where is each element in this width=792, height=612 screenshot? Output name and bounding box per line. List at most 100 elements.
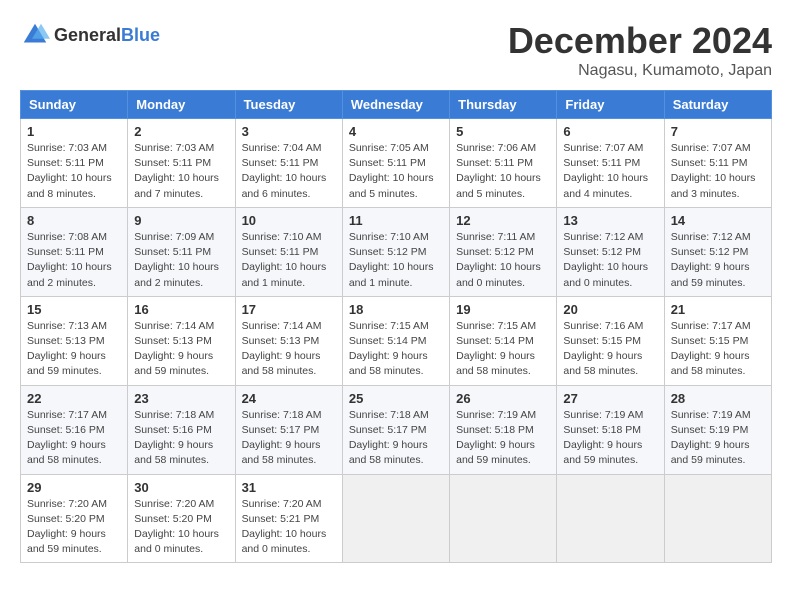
day-info: Sunrise: 7:16 AMSunset: 5:15 PMDaylight:…: [563, 319, 657, 380]
logo: GeneralBlue: [20, 20, 160, 50]
day-info: Sunrise: 7:19 AMSunset: 5:18 PMDaylight:…: [456, 408, 550, 469]
day-number: 4: [349, 124, 443, 139]
table-cell: 14Sunrise: 7:12 AMSunset: 5:12 PMDayligh…: [664, 207, 771, 296]
day-number: 25: [349, 391, 443, 406]
day-number: 30: [134, 480, 228, 495]
day-number: 5: [456, 124, 550, 139]
table-row: 29 Sunrise: 7:20 AMSunset: 5:20 PMDayligh…: [21, 474, 772, 563]
table-cell: 16 Sunrise: 7:14 AMSunset: 5:13 PMDayligh…: [128, 296, 235, 385]
table-cell: 1 Sunrise: 7:03 AMSunset: 5:11 PMDaylight…: [21, 119, 128, 208]
col-friday: Friday: [557, 91, 664, 119]
table-cell: [450, 474, 557, 563]
table-cell: 24 Sunrise: 7:18 AMSunset: 5:17 PMDayligh…: [235, 385, 342, 474]
day-info: Sunrise: 7:07 AMSunset: 5:11 PMDaylight:…: [563, 141, 657, 202]
table-cell: 30 Sunrise: 7:20 AMSunset: 5:20 PMDayligh…: [128, 474, 235, 563]
day-number: 26: [456, 391, 550, 406]
day-number: 13: [563, 213, 657, 228]
day-info: Sunrise: 7:06 AMSunset: 5:11 PMDaylight:…: [456, 141, 550, 202]
table-cell: 2 Sunrise: 7:03 AMSunset: 5:11 PMDaylight…: [128, 119, 235, 208]
table-cell: 8 Sunrise: 7:08 AMSunset: 5:11 PMDaylight…: [21, 207, 128, 296]
table-cell: 22 Sunrise: 7:17 AMSunset: 5:16 PMDayligh…: [21, 385, 128, 474]
table-cell: 15 Sunrise: 7:13 AMSunset: 5:13 PMDayligh…: [21, 296, 128, 385]
calendar: Sunday Monday Tuesday Wednesday Thursday…: [20, 90, 772, 563]
col-thursday: Thursday: [450, 91, 557, 119]
day-info: Sunrise: 7:13 AMSunset: 5:13 PMDaylight:…: [27, 319, 121, 380]
table-cell: 13 Sunrise: 7:12 AMSunset: 5:12 PMDayligh…: [557, 207, 664, 296]
logo-text-general: General: [54, 25, 121, 45]
day-number: 1: [27, 124, 121, 139]
table-cell: 19Sunrise: 7:15 AMSunset: 5:14 PMDayligh…: [450, 296, 557, 385]
day-number: 23: [134, 391, 228, 406]
day-number: 3: [242, 124, 336, 139]
day-number: 29: [27, 480, 121, 495]
day-info: Sunrise: 7:17 AMSunset: 5:16 PMDaylight:…: [27, 408, 121, 469]
table-cell: 31Sunrise: 7:20 AMSunset: 5:21 PMDayligh…: [235, 474, 342, 563]
day-info: Sunrise: 7:12 AMSunset: 5:12 PMDaylight:…: [563, 230, 657, 291]
table-cell: [557, 474, 664, 563]
table-cell: 3 Sunrise: 7:04 AMSunset: 5:11 PMDaylight…: [235, 119, 342, 208]
day-info: Sunrise: 7:04 AMSunset: 5:11 PMDaylight:…: [242, 141, 336, 202]
day-info: Sunrise: 7:18 AMSunset: 5:16 PMDaylight:…: [134, 408, 228, 469]
table-cell: 10 Sunrise: 7:10 AMSunset: 5:11 PMDayligh…: [235, 207, 342, 296]
col-sunday: Sunday: [21, 91, 128, 119]
table-cell: 21 Sunrise: 7:17 AMSunset: 5:15 PMDayligh…: [664, 296, 771, 385]
day-info: Sunrise: 7:05 AMSunset: 5:11 PMDaylight:…: [349, 141, 443, 202]
day-number: 10: [242, 213, 336, 228]
table-cell: [342, 474, 449, 563]
table-cell: 9 Sunrise: 7:09 AMSunset: 5:11 PMDaylight…: [128, 207, 235, 296]
day-number: 8: [27, 213, 121, 228]
day-info: Sunrise: 7:18 AMSunset: 5:17 PMDaylight:…: [242, 408, 336, 469]
day-info: Sunrise: 7:19 AMSunset: 5:18 PMDaylight:…: [563, 408, 657, 469]
day-info: Sunrise: 7:14 AMSunset: 5:13 PMDaylight:…: [134, 319, 228, 380]
day-info: Sunrise: 7:03 AMSunset: 5:11 PMDaylight:…: [27, 141, 121, 202]
calendar-header-row: Sunday Monday Tuesday Wednesday Thursday…: [21, 91, 772, 119]
table-row: 1 Sunrise: 7:03 AMSunset: 5:11 PMDaylight…: [21, 119, 772, 208]
day-number: 15: [27, 302, 121, 317]
day-info: Sunrise: 7:18 AMSunset: 5:17 PMDaylight:…: [349, 408, 443, 469]
logo-icon: [20, 20, 50, 50]
day-number: 22: [27, 391, 121, 406]
table-cell: 20 Sunrise: 7:16 AMSunset: 5:15 PMDayligh…: [557, 296, 664, 385]
table-row: 8 Sunrise: 7:08 AMSunset: 5:11 PMDaylight…: [21, 207, 772, 296]
location-title: Nagasu, Kumamoto, Japan: [508, 62, 772, 80]
day-info: Sunrise: 7:09 AMSunset: 5:11 PMDaylight:…: [134, 230, 228, 291]
table-cell: 25 Sunrise: 7:18 AMSunset: 5:17 PMDayligh…: [342, 385, 449, 474]
title-area: December 2024 Nagasu, Kumamoto, Japan: [508, 20, 772, 80]
day-info: Sunrise: 7:19 AMSunset: 5:19 PMDaylight:…: [671, 408, 765, 469]
day-info: Sunrise: 7:11 AMSunset: 5:12 PMDaylight:…: [456, 230, 550, 291]
day-number: 9: [134, 213, 228, 228]
day-info: Sunrise: 7:15 AMSunset: 5:14 PMDaylight:…: [349, 319, 443, 380]
table-cell: 4 Sunrise: 7:05 AMSunset: 5:11 PMDaylight…: [342, 119, 449, 208]
table-cell: 18 Sunrise: 7:15 AMSunset: 5:14 PMDayligh…: [342, 296, 449, 385]
table-cell: 11Sunrise: 7:10 AMSunset: 5:12 PMDayligh…: [342, 207, 449, 296]
day-number: 14: [671, 213, 765, 228]
day-number: 28: [671, 391, 765, 406]
day-number: 12: [456, 213, 550, 228]
day-number: 24: [242, 391, 336, 406]
table-row: 15 Sunrise: 7:13 AMSunset: 5:13 PMDayligh…: [21, 296, 772, 385]
table-row: 22 Sunrise: 7:17 AMSunset: 5:16 PMDayligh…: [21, 385, 772, 474]
day-number: 20: [563, 302, 657, 317]
day-info: Sunrise: 7:17 AMSunset: 5:15 PMDaylight:…: [671, 319, 765, 380]
table-cell: 26 Sunrise: 7:19 AMSunset: 5:18 PMDayligh…: [450, 385, 557, 474]
day-info: Sunrise: 7:15 AMSunset: 5:14 PMDaylight:…: [456, 319, 550, 380]
logo-text-blue: Blue: [121, 25, 160, 45]
table-cell: 6 Sunrise: 7:07 AMSunset: 5:11 PMDaylight…: [557, 119, 664, 208]
month-title: December 2024: [508, 20, 772, 62]
day-number: 21: [671, 302, 765, 317]
col-saturday: Saturday: [664, 91, 771, 119]
day-number: 2: [134, 124, 228, 139]
day-number: 17: [242, 302, 336, 317]
day-number: 6: [563, 124, 657, 139]
day-info: Sunrise: 7:03 AMSunset: 5:11 PMDaylight:…: [134, 141, 228, 202]
day-number: 16: [134, 302, 228, 317]
table-cell: 23 Sunrise: 7:18 AMSunset: 5:16 PMDayligh…: [128, 385, 235, 474]
table-cell: 5 Sunrise: 7:06 AMSunset: 5:11 PMDaylight…: [450, 119, 557, 208]
day-info: Sunrise: 7:10 AMSunset: 5:11 PMDaylight:…: [242, 230, 336, 291]
table-cell: 27Sunrise: 7:19 AMSunset: 5:18 PMDayligh…: [557, 385, 664, 474]
day-info: Sunrise: 7:08 AMSunset: 5:11 PMDaylight:…: [27, 230, 121, 291]
day-info: Sunrise: 7:20 AMSunset: 5:20 PMDaylight:…: [134, 497, 228, 558]
day-number: 18: [349, 302, 443, 317]
day-info: Sunrise: 7:20 AMSunset: 5:21 PMDaylight:…: [242, 497, 336, 558]
col-monday: Monday: [128, 91, 235, 119]
